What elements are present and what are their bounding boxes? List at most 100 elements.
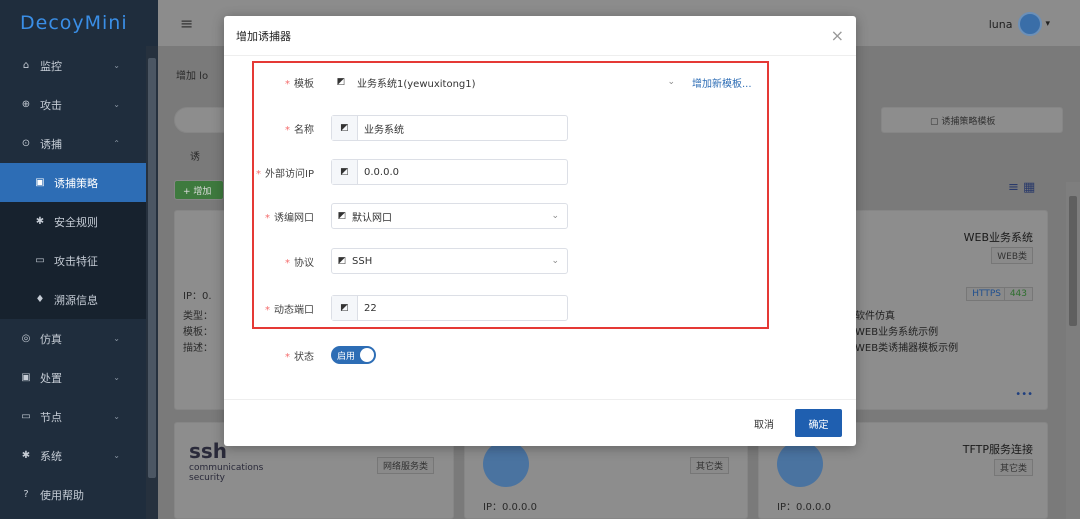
- view-toggle-icon[interactable]: ≡ ▦: [1008, 180, 1035, 195]
- template-filter-select[interactable]: ▢ 诱捕策略模板: [881, 107, 1063, 133]
- tab-traps[interactable]: 诱: [190, 148, 200, 163]
- nic-row: * 诱编网口 ◩ 默认网口 ⌄: [224, 202, 856, 230]
- lock-icon: ▣: [35, 177, 45, 188]
- sidebar-item-label: 诱捕: [40, 137, 62, 151]
- app-icon: [777, 441, 823, 487]
- category-tag: 其它类: [689, 457, 729, 474]
- sidebar-item-11[interactable]: ? 使用帮助: [0, 475, 158, 514]
- sidebar-item-9[interactable]: ▭ 节点 ⌄: [0, 397, 158, 436]
- main-scrollbar-thumb[interactable]: [1069, 196, 1077, 326]
- ext-ip-input[interactable]: ◩ 0.0.0.0: [331, 159, 568, 185]
- protocol-row: * 协议 ◩ SSH ⌄: [224, 247, 856, 275]
- sidebar-item-1[interactable]: ⊕ 攻击 ⌄: [0, 85, 158, 124]
- add-template-link[interactable]: 增加新模板...: [692, 75, 752, 90]
- sidebar-item-2[interactable]: ⊙ 诱捕 ⌃: [0, 124, 158, 163]
- bug-icon: ✱: [35, 216, 45, 227]
- ext-ip-prefix-icon: ◩: [332, 160, 358, 184]
- sidebar-item-3[interactable]: ▣ 诱捕策略: [0, 163, 158, 202]
- sidebar-scrollbar-thumb[interactable]: [148, 58, 156, 478]
- chevron-icon: ⌄: [113, 412, 120, 421]
- sidebar-item-label: 处置: [40, 371, 62, 385]
- briefcase-icon: ▣: [21, 372, 31, 383]
- cancel-button[interactable]: 取消: [748, 410, 780, 437]
- highlight-box: [252, 61, 769, 329]
- card-ip: IP：0.: [183, 291, 212, 302]
- logo: DecoyMini: [20, 12, 128, 34]
- port-row: * 动态端口 ◩ 22: [224, 294, 856, 322]
- card-ip: IP：0.0.0.0: [483, 502, 537, 513]
- add-button[interactable]: + 增加: [174, 180, 224, 200]
- port-value: 22: [364, 302, 377, 314]
- chevron-icon: ⌄: [113, 451, 120, 460]
- template-row: * 模板 ◩ 业务系统1(yewuxitong1) ⌄ 增加新模板...: [224, 68, 856, 96]
- template-label: * 模板: [285, 78, 314, 90]
- sidebar-item-0[interactable]: ⌂ 监控 ⌄: [0, 46, 158, 85]
- card-template: 模板：: [183, 327, 213, 338]
- sidebar-nav: ⌂ 监控 ⌄ ⊕ 攻击 ⌄ ⊙ 诱捕 ⌃ ▣ 诱捕策略 ✱ 安全规则 ▭ 攻击特征 ♦ 溯源信息 ◎ 仿真 ⌄ ▣ 处置 ⌄…: [0, 46, 158, 514]
- sidebar-item-label: 监控: [40, 59, 62, 73]
- sidebar-item-7[interactable]: ◎ 仿真 ⌄: [0, 319, 158, 358]
- template-value: 业务系统1(yewuxitong1): [357, 78, 476, 90]
- protocol-tag: HTTPS: [966, 287, 1007, 301]
- category-tag: 其它类: [993, 459, 1033, 476]
- dialog-footer: 取消 确定: [224, 399, 856, 446]
- sidebar-item-8[interactable]: ▣ 处置 ⌄: [0, 358, 158, 397]
- sidebar: DecoyMini ⌂ 监控 ⌄ ⊕ 攻击 ⌄ ⊙ 诱捕 ⌃ ▣ 诱捕策略 ✱ 安全规则 ▭ 攻击特征 ♦ 溯源…: [0, 0, 158, 519]
- hamburger-menu-icon[interactable]: ≡: [180, 14, 193, 33]
- user-menu[interactable]: luna ▾: [989, 12, 1050, 36]
- sidebar-item-label: 节点: [40, 410, 62, 424]
- sidebar-item-label: 溯源信息: [54, 293, 98, 307]
- card-line: WEB业务系统示例: [855, 327, 939, 338]
- pin-icon: ♦: [35, 294, 45, 305]
- sidebar-item-10[interactable]: ✱ 系统 ⌄: [0, 436, 158, 475]
- sidebar-item-6[interactable]: ♦ 溯源信息: [0, 280, 158, 319]
- avatar: [1018, 12, 1043, 36]
- toggle-knob: [360, 348, 374, 362]
- card-line: 软件仿真: [855, 311, 895, 322]
- nic-select[interactable]: ◩ 默认网口 ⌄: [331, 203, 568, 229]
- confirm-button[interactable]: 确定: [795, 409, 842, 437]
- card-title: TFTP服务连接: [962, 443, 1033, 456]
- ssh-logo-sub: communications security: [189, 463, 264, 483]
- chevron-down-icon: ⌄: [551, 256, 559, 266]
- status-toggle[interactable]: 启用: [331, 346, 376, 364]
- ext-ip-value: 0.0.0.0: [364, 166, 399, 178]
- port-label: * 动态端口: [265, 304, 314, 316]
- chevron-down-icon: ⌄: [667, 77, 675, 87]
- name-row: * 名称 ◩ 业务系统: [224, 114, 856, 142]
- name-value: 业务系统: [364, 124, 404, 136]
- main-scrollbar[interactable]: [1066, 182, 1080, 519]
- sidebar-item-label: 攻击: [40, 98, 62, 112]
- port-input[interactable]: ◩ 22: [331, 295, 568, 321]
- card-ip: IP：0.0.0.0: [777, 502, 831, 513]
- ext-ip-label: * 外部访问IP: [256, 168, 314, 180]
- monitor-icon: ▭: [21, 411, 31, 422]
- sidebar-item-4[interactable]: ✱ 安全规则: [0, 202, 158, 241]
- name-input[interactable]: ◩ 业务系统: [331, 115, 568, 141]
- chevron-icon: ⌄: [113, 61, 120, 70]
- chevron-down-icon: ▾: [1045, 19, 1050, 29]
- protocol-prefix-icon: ◩: [337, 256, 347, 266]
- protocol-value: SSH: [352, 255, 373, 267]
- nic-prefix-icon: ◩: [337, 211, 347, 221]
- sidebar-item-label: 系统: [40, 449, 62, 463]
- template-select[interactable]: ◩ 业务系统1(yewuxitong1) ⌄: [331, 69, 683, 95]
- chevron-icon: ⌄: [113, 334, 120, 343]
- help-icon: ?: [23, 489, 29, 500]
- ext-ip-row: * 外部访问IP ◩ 0.0.0.0: [224, 158, 856, 186]
- sidebar-item-5[interactable]: ▭ 攻击特征: [0, 241, 158, 280]
- protocol-select[interactable]: ◩ SSH ⌄: [331, 248, 568, 274]
- radar-icon: ⊙: [21, 138, 31, 149]
- category-tag: WEB类: [991, 247, 1033, 264]
- protocol-label: * 协议: [285, 257, 314, 269]
- chevron-down-icon: ⌄: [551, 211, 559, 221]
- card-desc: 描述：: [183, 343, 213, 354]
- more-icon[interactable]: •••: [1015, 389, 1033, 400]
- sidebar-item-label: 使用帮助: [40, 488, 84, 502]
- category-tag: 网络服务类: [377, 457, 435, 474]
- status-label: * 状态: [285, 351, 314, 363]
- close-icon[interactable]: ×: [831, 26, 844, 45]
- status-row: * 状态 启用: [224, 341, 856, 369]
- breadcrumb: 增加 lo: [176, 71, 209, 82]
- sim-icon: ◎: [21, 333, 31, 344]
